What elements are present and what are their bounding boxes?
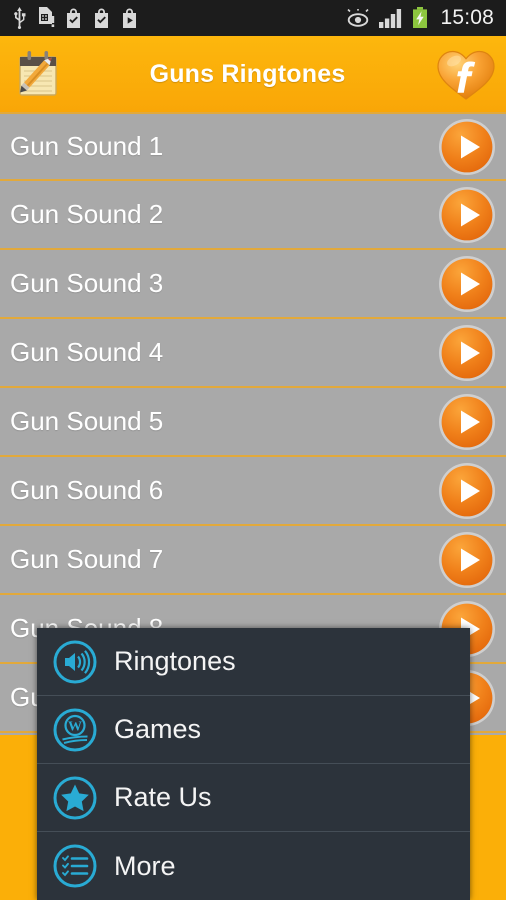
list-item[interactable]: Gun Sound 4 xyxy=(0,319,506,388)
list-item[interactable]: Gun Sound 2 xyxy=(0,181,506,250)
svg-text:W: W xyxy=(68,719,82,734)
play-button[interactable] xyxy=(438,324,496,382)
signal-bars-icon xyxy=(379,9,402,28)
menu-item-label: Rate Us xyxy=(114,782,212,812)
sim-card-alert-icon xyxy=(39,7,55,27)
list-item-label: Gun Sound 7 xyxy=(10,544,164,574)
status-bar-right-icons: 15:08 xyxy=(346,6,494,30)
play-button[interactable] xyxy=(438,393,496,451)
list-item[interactable]: Gun Sound 1 xyxy=(0,112,506,181)
menu-item-label: Games xyxy=(114,714,202,744)
menu-item-games[interactable]: W Games xyxy=(37,696,470,764)
status-bar-clock: 15:08 xyxy=(440,6,494,29)
w-bowling-icon: W xyxy=(53,708,97,751)
menu-item-label: Ringtones xyxy=(114,646,236,676)
menu-item-ringtones[interactable]: Ringtones xyxy=(37,628,470,696)
smart-stay-eye-icon xyxy=(347,9,370,27)
list-item-label: Gun Sound 4 xyxy=(10,337,164,367)
list-item[interactable]: Gun Sound 3 xyxy=(0,250,506,319)
menu-item-label: More xyxy=(114,850,176,881)
play-button[interactable] xyxy=(438,118,496,176)
speaker-volume-icon xyxy=(53,640,97,683)
popup-menu[interactable]: Ringtones W Games Rate Us More xyxy=(37,628,470,900)
list-item[interactable]: Gun Sound 6 xyxy=(0,457,506,526)
list-item-label: Gun Sound 5 xyxy=(10,406,164,436)
notepad-pencil-icon[interactable] xyxy=(10,45,66,103)
list-item[interactable]: Gun Sound 5 xyxy=(0,388,506,457)
usb-icon xyxy=(14,7,26,29)
play-button[interactable] xyxy=(438,255,496,313)
list-item-label: Gun Sound 6 xyxy=(10,475,164,505)
heart-f-logo-icon[interactable] xyxy=(435,44,497,104)
play-button[interactable] xyxy=(438,531,496,589)
list-item-label: Gun Sound 3 xyxy=(10,268,164,298)
play-button[interactable] xyxy=(438,462,496,520)
checklist-icon xyxy=(53,844,97,888)
menu-item-more[interactable]: More xyxy=(37,832,470,900)
menu-item-rate-us[interactable]: Rate Us xyxy=(37,764,470,832)
app-header-bar: Guns Ringtones xyxy=(0,36,506,112)
list-item-label: Gun Sound 1 xyxy=(10,131,164,161)
app-screen: 15:08 Guns Ringtones Gun Sound 1 Gun Sou… xyxy=(0,0,506,900)
star-icon xyxy=(53,776,97,819)
list-item-label: Gun Sound 2 xyxy=(10,199,164,229)
app-installed-icon-1 xyxy=(67,8,80,28)
list-item[interactable]: Gun Sound 7 xyxy=(0,526,506,595)
play-button[interactable] xyxy=(438,186,496,244)
status-bar-left-icons xyxy=(12,7,139,29)
status-bar: 15:08 xyxy=(0,0,506,36)
page-title: Guns Ringtones xyxy=(149,59,346,88)
play-store-icon xyxy=(123,8,136,28)
battery-charging-icon xyxy=(413,7,428,28)
app-installed-icon-2 xyxy=(95,8,108,28)
